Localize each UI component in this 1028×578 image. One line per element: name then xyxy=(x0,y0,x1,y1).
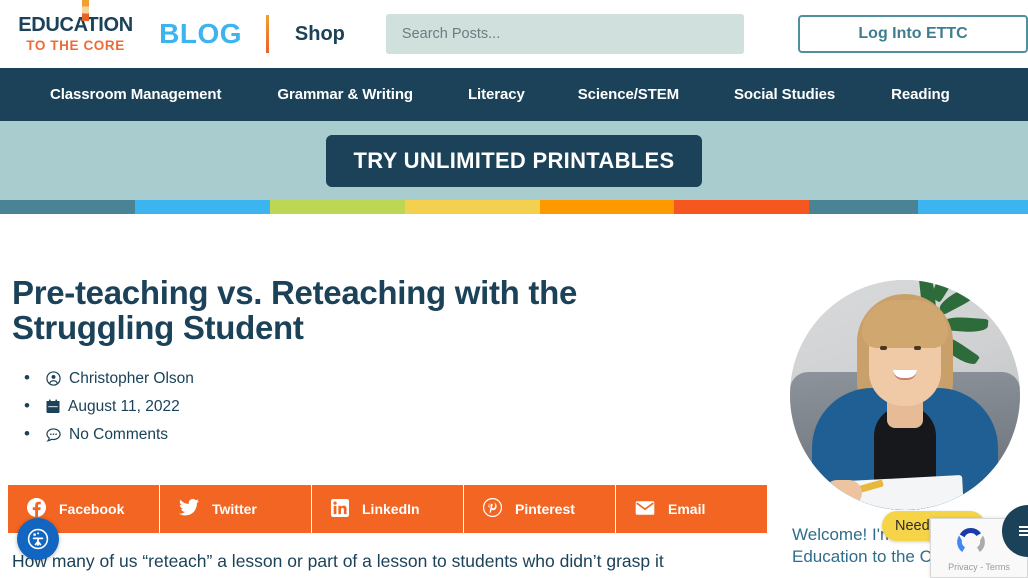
pinterest-icon xyxy=(482,497,503,520)
meta-date: August 11, 2022 xyxy=(12,397,790,416)
hair-front xyxy=(862,300,948,348)
nav-item-classroom-management[interactable]: Classroom Management xyxy=(50,86,221,103)
nav-item-reading[interactable]: Reading xyxy=(891,86,950,103)
avatar xyxy=(790,280,1020,510)
linkedin-icon xyxy=(331,498,349,520)
share-label-facebook: Facebook xyxy=(59,501,125,517)
site-logo[interactable]: EDUCATION TO THE CORE xyxy=(8,0,143,54)
login-button[interactable]: Log Into ETTC xyxy=(798,15,1028,53)
chat-menu-line-3 xyxy=(1019,534,1028,536)
nav-item-social-studies[interactable]: Social Studies xyxy=(734,86,835,103)
search-input[interactable] xyxy=(385,14,745,54)
chat-menu-line-1 xyxy=(1019,526,1028,528)
chat-menu-line-2 xyxy=(1019,530,1028,532)
stripe-segment-0 xyxy=(0,200,135,214)
stripe-segment-2 xyxy=(270,200,405,214)
facebook-icon xyxy=(27,498,46,520)
header-divider xyxy=(266,15,269,53)
share-label-twitter: Twitter xyxy=(212,501,257,517)
accessibility-icon[interactable] xyxy=(17,518,59,560)
hand xyxy=(824,480,862,506)
share-label-linkedin: LinkedIn xyxy=(362,501,420,517)
eye-left xyxy=(880,346,887,350)
page-title: Pre-teaching vs. Reteaching with the Str… xyxy=(12,274,577,346)
top-bar: EDUCATION TO THE CORE BLOG Shop Log Into… xyxy=(0,0,1028,68)
nav-item-grammar-writing[interactable]: Grammar & Writing xyxy=(277,86,413,103)
email-icon xyxy=(635,500,655,519)
comment-icon xyxy=(46,427,61,442)
stripe-segment-1 xyxy=(135,200,270,214)
user-icon xyxy=(46,371,61,386)
shop-link[interactable]: Shop xyxy=(295,23,345,46)
article-content: Pre-teaching vs. Reteaching with the Str… xyxy=(0,214,790,578)
logo-line1: EDUCATION xyxy=(18,14,133,37)
share-button-email[interactable]: Email xyxy=(616,485,767,533)
share-label-email: Email xyxy=(668,501,706,517)
nav-item-literacy[interactable]: Literacy xyxy=(468,86,525,103)
meta-comments[interactable]: No Comments xyxy=(12,425,790,444)
recaptcha-terms-label[interactable]: Privacy - Terms xyxy=(931,562,1027,572)
share-button-pinterest[interactable]: Pinterest xyxy=(464,485,615,533)
nav-item-science-stem[interactable]: Science/STEM xyxy=(578,86,679,103)
article-body-paragraph: How many of us “reteach” a lesson or par… xyxy=(12,551,664,571)
main-navigation: Classroom Management Grammar & Writing L… xyxy=(0,68,1028,121)
share-button-linkedin[interactable]: LinkedIn xyxy=(312,485,463,533)
meta-author: Christopher Olson xyxy=(12,369,790,388)
share-label-pinterest: Pinterest xyxy=(515,501,575,517)
share-buttons-row: Facebook Twitter LinkedIn Pinterest Emai… xyxy=(8,485,767,533)
stripe-segment-3 xyxy=(405,200,540,214)
meta-author-label: Christopher Olson xyxy=(69,369,194,387)
logo-line2: TO THE CORE xyxy=(26,38,125,54)
twitter-icon xyxy=(179,498,199,519)
pencil-icon xyxy=(82,0,89,21)
stripe-segment-5 xyxy=(674,200,809,214)
stripe-segment-7 xyxy=(918,200,1028,214)
meta-date-label: August 11, 2022 xyxy=(68,397,180,415)
color-stripe xyxy=(0,200,1028,214)
share-button-twitter[interactable]: Twitter xyxy=(160,485,311,533)
stripe-segment-6 xyxy=(809,200,918,214)
post-meta-list: Christopher Olson August 11, 2022 No Com… xyxy=(12,369,790,444)
blog-wordmark[interactable]: BLOG xyxy=(159,18,242,50)
page-root: EDUCATION TO THE CORE BLOG Shop Log Into… xyxy=(0,0,1028,578)
try-unlimited-printables-button[interactable]: TRY UNLIMITED PRINTABLES xyxy=(325,134,703,187)
recaptcha-icon xyxy=(957,527,985,552)
meta-comments-label: No Comments xyxy=(69,426,169,444)
promo-banner: TRY UNLIMITED PRINTABLES xyxy=(0,121,1028,200)
calendar-icon xyxy=(46,399,60,414)
eye-right xyxy=(914,346,921,350)
paper-decor xyxy=(846,474,964,510)
stripe-segment-4 xyxy=(540,200,674,214)
